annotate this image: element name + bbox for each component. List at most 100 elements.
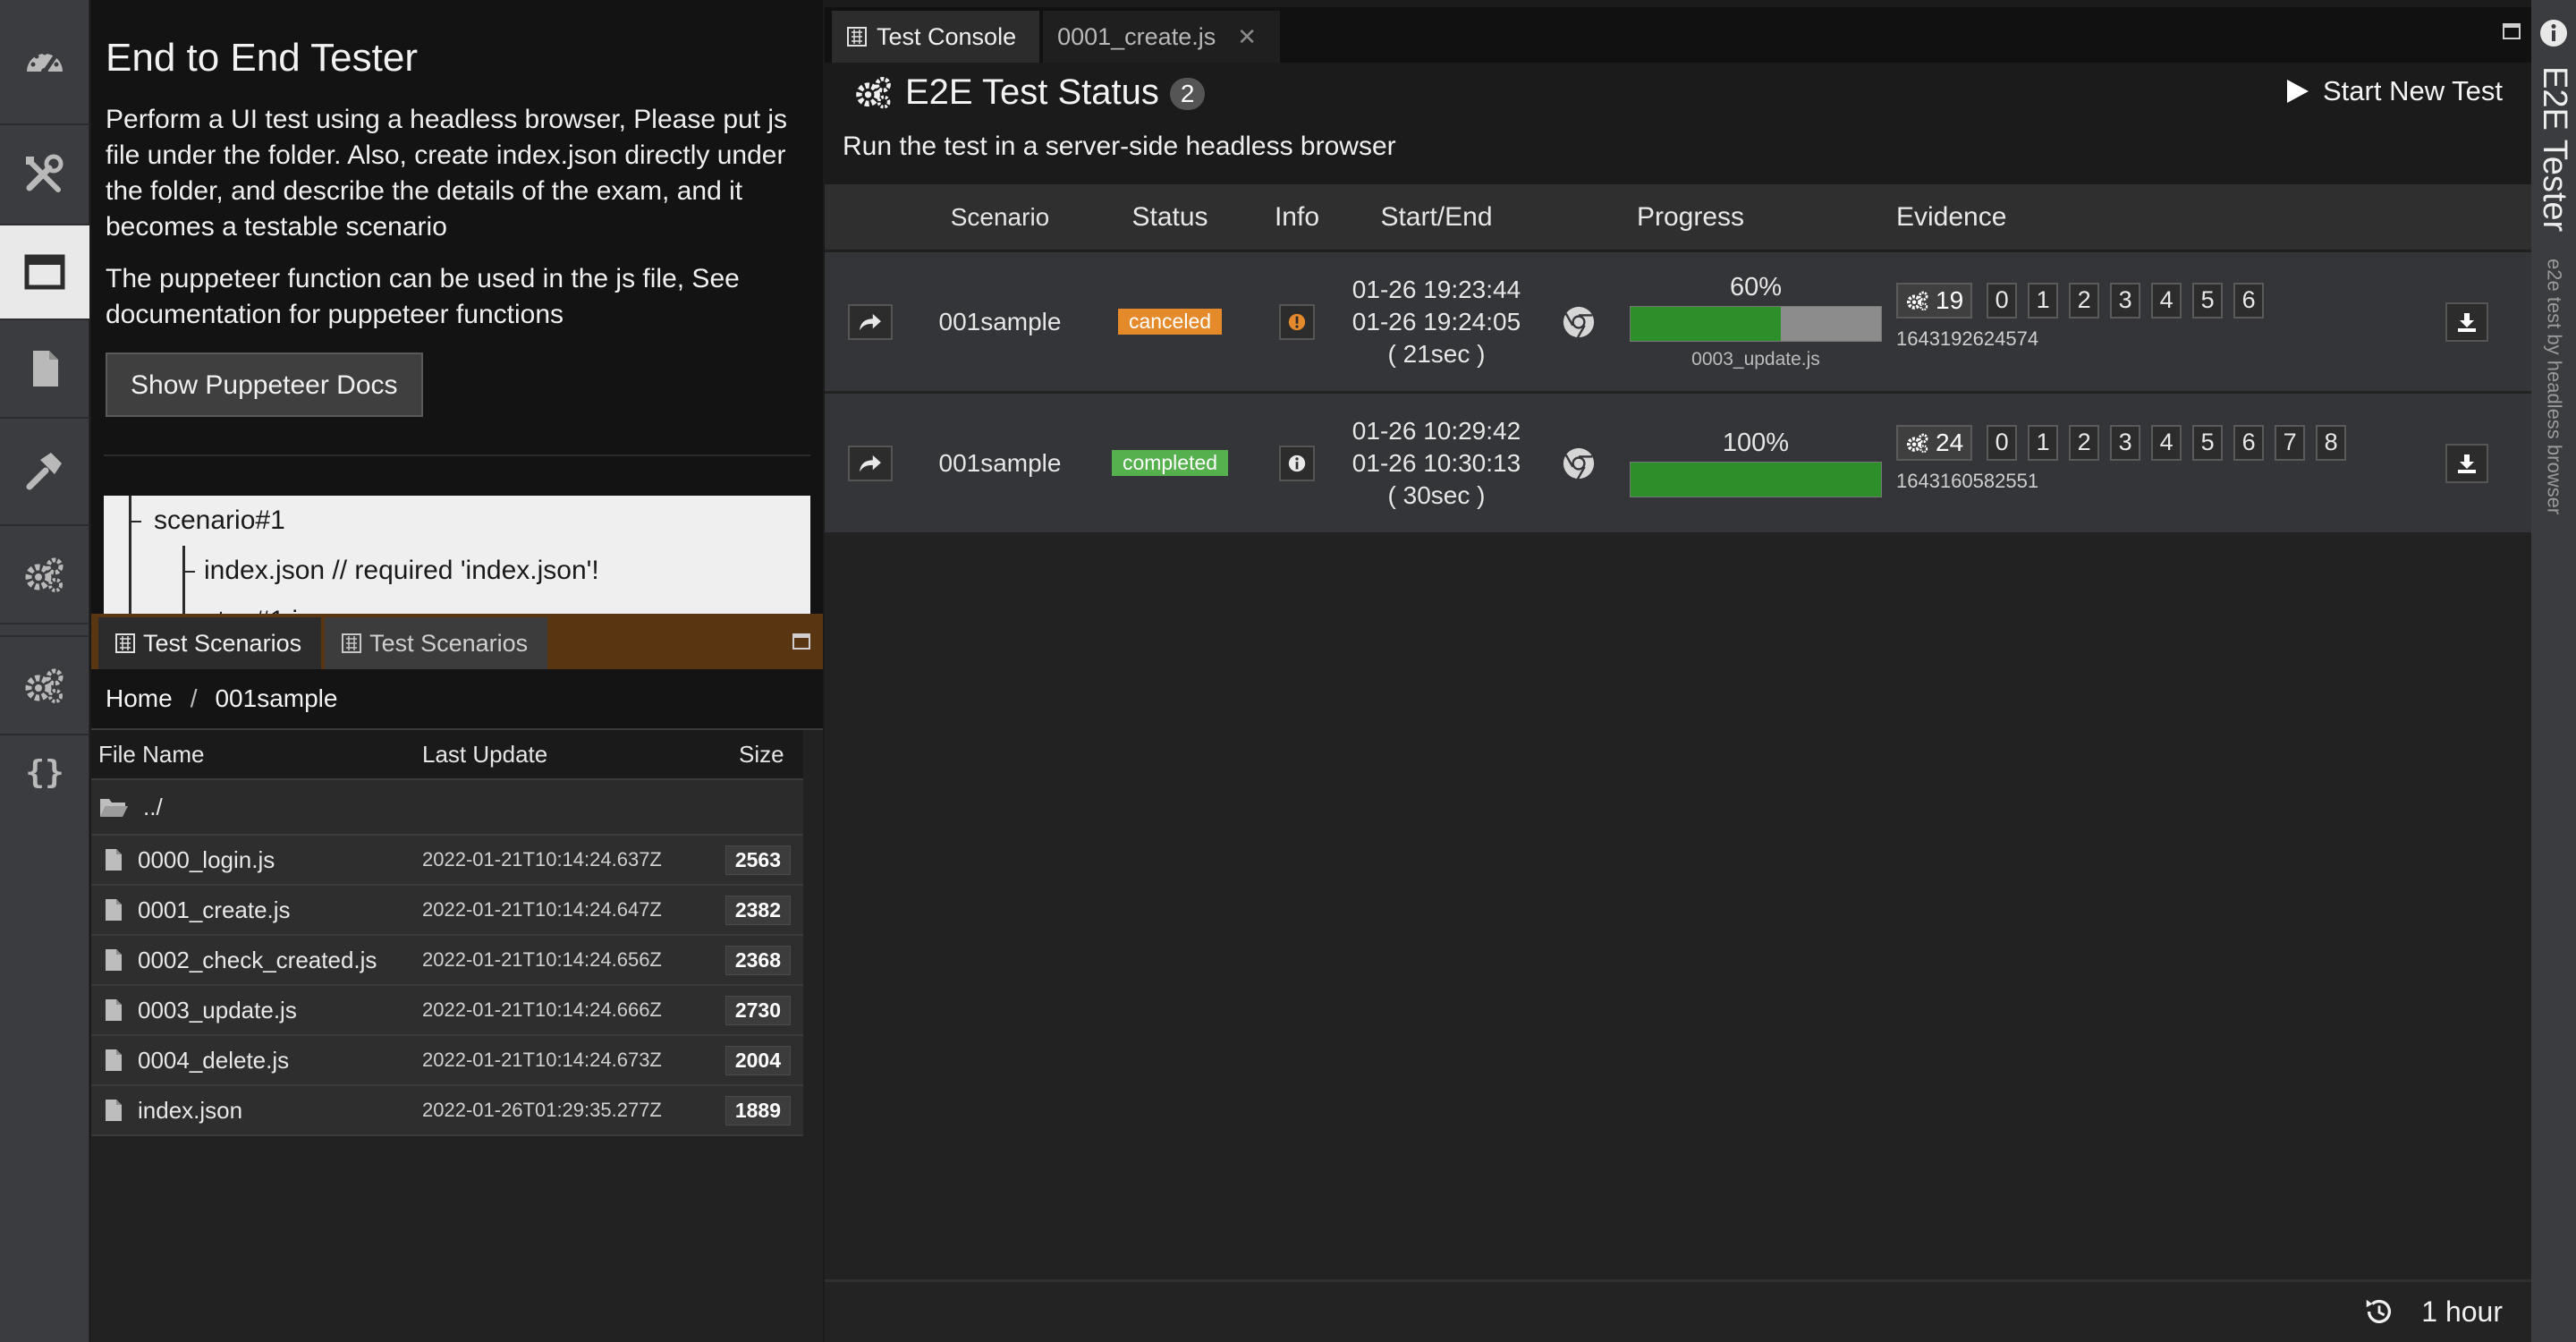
evidence-step-button[interactable]: 2 [2069,282,2100,319]
refresh-interval-label: 1 hour [2421,1295,2503,1328]
start-time: 01-26 19:23:44 [1352,275,1521,303]
progress-bar-fill [1631,463,1881,497]
file-icon [106,1049,122,1071]
tab-test-console[interactable]: Test Console [832,11,1040,63]
documents-button[interactable] [0,320,89,419]
evidence-step-button[interactable]: 7 [2275,424,2306,461]
parent-cell: ../ [91,794,422,821]
side-label-text: E2E Tester e2e test by headless browser [2535,66,2573,514]
show-puppeteer-docs-button[interactable]: Show Puppeteer Docs [106,352,423,417]
file-name: 0002_check_created.js [138,946,377,973]
file-size-badge: 2730 [724,995,791,1025]
folder-structure-tree: scenario#1 index.json // required 'index… [104,496,810,614]
hammer-icon [26,453,62,490]
evidence-step-button[interactable]: 0 [1987,282,2018,319]
evidence-step-button[interactable]: 3 [2110,282,2141,319]
evidence-step-button[interactable]: 5 [2192,424,2224,461]
start-new-test-button[interactable]: Start New Test [2284,75,2503,107]
close-tab-icon[interactable]: ✕ [1237,23,1257,51]
download-button[interactable] [2445,302,2488,342]
settings-gears-icon [25,668,64,703]
maximize-icon[interactable] [792,633,810,650]
svg-text:{}: {} [25,754,64,791]
col-info: Info [1274,201,1320,232]
progress-bar [1630,306,1882,342]
dashboard-button[interactable] [0,0,89,125]
evidence-step-button[interactable]: 1 [2028,282,2059,319]
divider [104,454,810,456]
refresh-interval-control[interactable]: 1 hour [2362,1295,2503,1329]
file-row[interactable]: 0000_login.js 2022-01-21T10:14:24.637Z 256… [91,836,803,886]
tree-item-scenario: scenario#1 [154,505,285,535]
gears-button[interactable] [0,526,89,624]
parent-folder-row[interactable]: ../ [91,780,803,836]
evidence-step-button[interactable]: 2 [2069,424,2100,461]
file-row[interactable]: 0004_delete.js 2022-01-21T10:14:24.673Z 20… [91,1036,803,1086]
duration: ( 21sec ) [1387,339,1486,368]
evidence-count-button[interactable]: 19 [1896,282,1973,319]
rerun-button[interactable] [848,445,893,481]
info-button[interactable] [1279,303,1315,340]
col-last-update[interactable]: Last Update [422,741,710,769]
file-row[interactable]: 0003_update.js 2022-01-21T10:14:24.666Z 27… [91,986,803,1036]
browser-cell [1535,446,1623,480]
console-footer: 1 hour [825,1279,2531,1342]
tree-item-step: step#1.js [204,596,311,614]
description-text: Perform a UI test using a headless brows… [106,105,788,242]
info-circle-icon[interactable] [2538,18,2569,48]
file-row[interactable]: 0002_check_created.js 2022-01-21T10:14:24… [91,936,803,986]
file-size-cell: 2004 [710,1045,803,1075]
col-progress: Progress [1623,202,1889,233]
grid-window-icon [847,27,867,47]
evidence-step-button[interactable]: 3 [2110,424,2141,461]
evidence-id: 1643192624574 [1896,327,2039,350]
rerun-button[interactable] [848,303,893,340]
dashboard-icon [27,50,63,75]
breadcrumb-current[interactable]: 001sample [215,684,337,713]
evidence-step-button[interactable]: 6 [2233,424,2265,461]
file-date: 2022-01-21T10:14:24.666Z [422,998,662,1021]
info-button[interactable] [1279,445,1315,481]
breadcrumb-home[interactable]: Home [106,684,173,713]
tab-0001-create-js[interactable]: 0001_create.js ✕ [1043,11,1281,63]
json-editor-button[interactable]: {} [0,735,89,807]
file-size-cell: 1889 [710,1095,803,1125]
file-size-cell: 2382 [710,895,803,925]
scenario-name: 001sample [938,307,1062,336]
tab-test-scenarios-2[interactable]: Test Scenarios [325,617,548,669]
status-badge: canceled [1117,309,1223,335]
evidence-step-button[interactable]: 4 [2151,282,2182,319]
col-size[interactable]: Size [710,741,803,769]
file-row[interactable]: 0001_create.js 2022-01-21T10:14:24.647Z 23… [91,886,803,936]
file-name-cell: 0003_update.js [91,997,422,1024]
evidence-step-button[interactable]: 0 [1987,424,2018,461]
evidence-step-button[interactable]: 1 [2028,424,2059,461]
tools-button[interactable] [0,125,89,225]
evidence-count-button[interactable]: 24 [1896,424,1973,461]
evidence-step-button[interactable]: 4 [2151,424,2182,461]
end-time: 01-26 10:30:13 [1352,448,1521,477]
file-size-badge: 2563 [724,845,791,875]
info-cell [1256,445,1338,481]
evidence-step-button[interactable]: 6 [2233,282,2265,319]
app-side-label: E2E Tester e2e test by headless browser [2531,0,2576,1342]
duration: ( 30sec ) [1387,480,1486,509]
evidence-step-button[interactable]: 5 [2192,282,2224,319]
settings-button[interactable] [0,637,89,735]
file-date: 2022-01-21T10:14:24.637Z [422,848,662,871]
file-name: 0000_login.js [138,845,275,873]
evidence-step-button[interactable]: 8 [2316,424,2347,461]
file-name-cell: 0000_login.js [91,846,422,874]
file-row[interactable]: index.json 2022-01-26T01:29:35.277Z 1889 [91,1086,803,1136]
file-name-cell: 0001_create.js [91,896,422,924]
tree-branch [182,571,195,573]
download-button[interactable] [2445,443,2488,483]
maximize-icon[interactable] [2503,23,2521,39]
progress-percent: 100% [1722,429,1790,457]
col-scenario: Scenario [950,202,1050,231]
browser-window-icon [24,254,65,290]
build-button[interactable] [0,419,89,526]
tab-test-scenarios[interactable]: Test Scenarios [98,617,322,669]
browser-panel-button[interactable] [0,225,89,320]
col-file-name[interactable]: File Name [91,741,422,769]
